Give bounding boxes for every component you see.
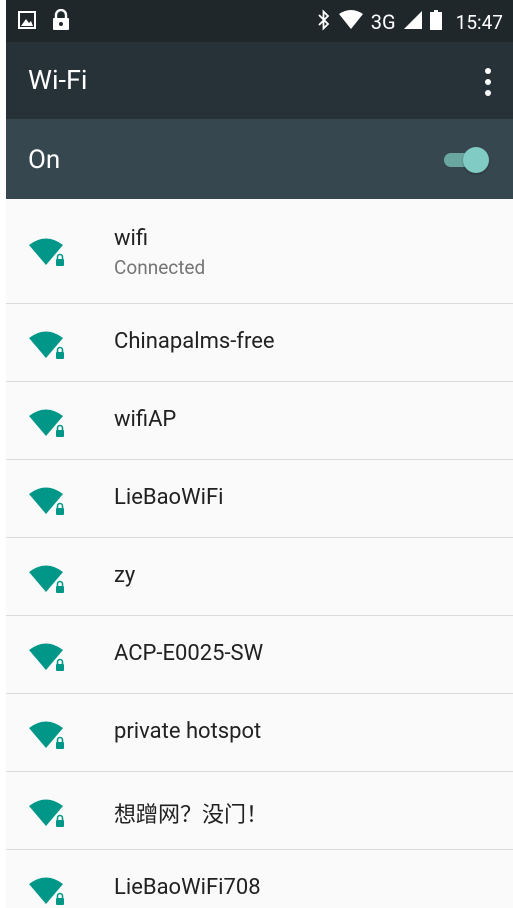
status-bar: 3G 15:47 <box>6 0 513 42</box>
network-name: wifi <box>114 226 149 251</box>
network-item[interactable]: 想蹭网？没门！ <box>6 772 513 850</box>
wifi-signal-icon <box>338 9 363 35</box>
network-name: Chinapalms-free <box>114 329 275 354</box>
wifi-locked-icon <box>27 640 69 674</box>
menu-dot <box>485 68 491 74</box>
network-item[interactable]: wifiAP <box>6 382 513 460</box>
wifi-switch-bar[interactable]: On <box>6 119 513 199</box>
wifi-switch-label: On <box>28 145 61 175</box>
status-bar-right: 3G 15:47 <box>317 8 503 36</box>
network-name: wifiAP <box>114 407 177 432</box>
network-list: wifi Connected Chinapalms-free wifiAP Li… <box>6 199 513 908</box>
network-item[interactable]: Chinapalms-free <box>6 304 513 382</box>
wifi-locked-icon <box>27 235 69 269</box>
wifi-locked-icon <box>27 796 69 830</box>
page-title: Wi-Fi <box>28 64 88 96</box>
network-status: Connected <box>114 256 206 279</box>
network-name: LieBaoWiFi <box>114 485 224 510</box>
network-item[interactable]: LieBaoWiFi <box>6 460 513 538</box>
wifi-locked-icon <box>27 874 69 908</box>
network-name: ACP-E0025-SW <box>114 641 264 666</box>
network-item[interactable]: LieBaoWiFi708 <box>6 850 513 908</box>
status-bar-left <box>18 8 70 35</box>
network-name: private hotspot <box>114 719 262 744</box>
network-name: zy <box>114 563 136 588</box>
network-item[interactable]: zy <box>6 538 513 616</box>
wifi-toggle[interactable] <box>442 145 490 175</box>
network-name: LieBaoWiFi708 <box>114 875 261 900</box>
wifi-settings-screen: 3G 15:47 Wi-Fi On wifi Connected Chinapa… <box>6 0 513 908</box>
battery-icon <box>429 9 442 35</box>
bluetooth-icon <box>317 8 331 36</box>
network-type: 3G <box>370 10 396 34</box>
network-item[interactable]: wifi Connected <box>6 199 513 304</box>
network-name: 想蹭网？没门！ <box>114 803 269 828</box>
clock: 15:47 <box>455 10 503 34</box>
menu-dot <box>485 90 491 96</box>
menu-dot <box>485 79 491 85</box>
wifi-locked-icon <box>27 484 69 518</box>
cell-signal-icon <box>403 10 422 34</box>
network-item[interactable]: private hotspot <box>6 694 513 772</box>
app-toolbar: Wi-Fi <box>6 42 513 119</box>
network-item[interactable]: ACP-E0025-SW <box>6 616 513 694</box>
wifi-locked-icon <box>27 328 69 362</box>
lock-icon <box>52 8 70 35</box>
wifi-locked-icon <box>27 406 69 440</box>
wifi-locked-icon <box>27 718 69 752</box>
wifi-locked-icon <box>27 562 69 596</box>
overflow-menu-icon[interactable] <box>483 68 493 96</box>
image-icon <box>18 11 36 33</box>
toggle-thumb <box>463 147 489 173</box>
